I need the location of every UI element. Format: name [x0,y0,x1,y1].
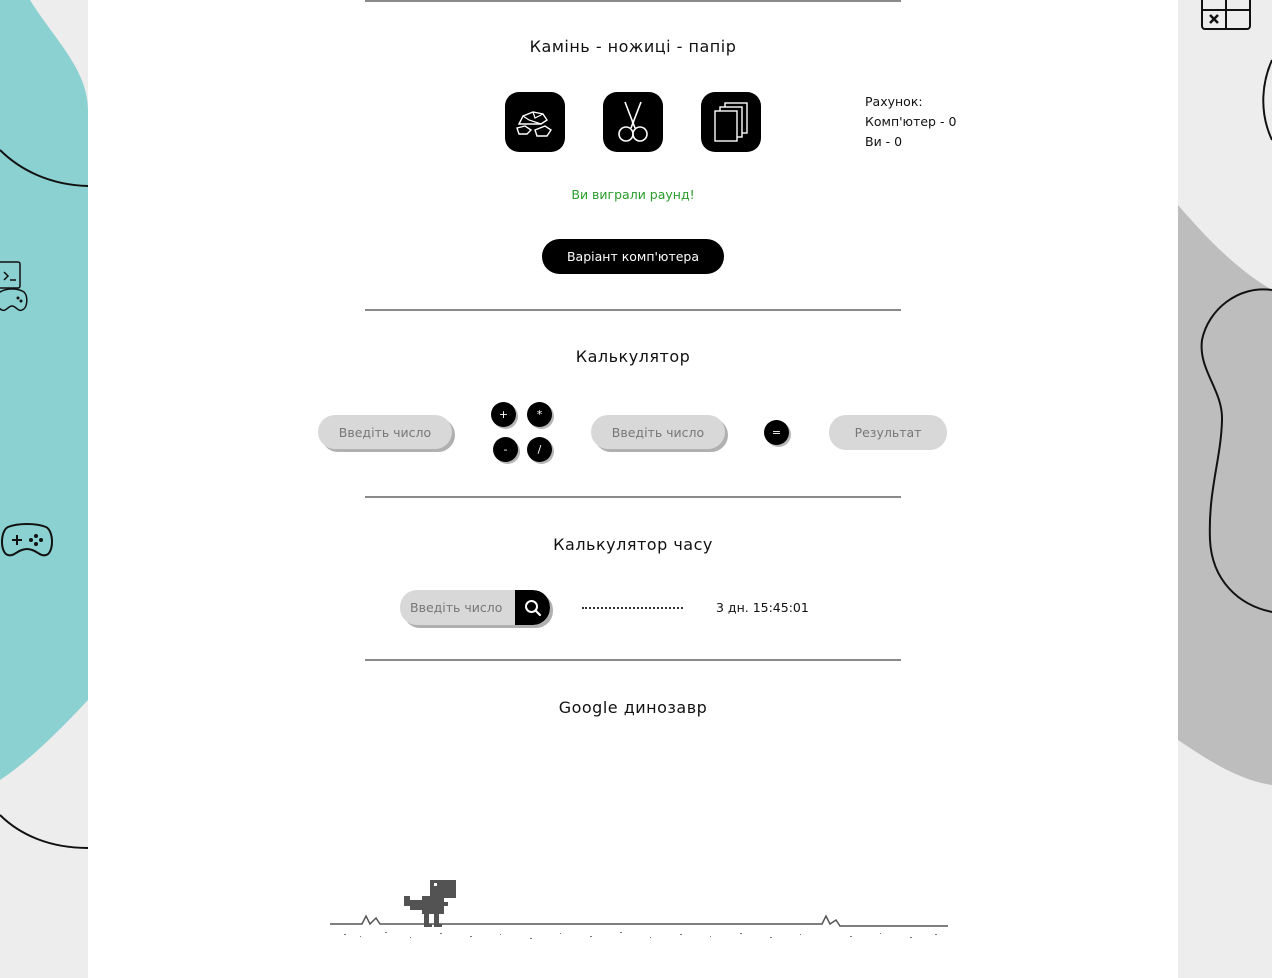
left-decoration [0,0,88,978]
search-icon [524,599,541,616]
calculator-title: Калькулятор [575,347,691,366]
minus-button[interactable]: - [493,437,518,462]
second-number-input[interactable]: Введіть число [591,415,725,449]
round-result-message: Ви виграли раунд! [571,187,695,202]
computer-choice-button[interactable]: Варіант комп'ютера [542,239,724,274]
time-calculator-title: Калькулятор часу [553,535,713,554]
scissors-icon [618,101,648,142]
section-divider [365,0,901,2]
result-field: Результат [829,415,947,450]
scissors-button[interactable] [603,92,663,152]
calculate-time-button[interactable] [515,590,550,625]
right-decoration [1178,0,1272,978]
code-gamepad-icon [0,261,28,312]
section-divider [365,659,901,661]
plus-button[interactable]: + [491,402,516,427]
score-label: Рахунок: [865,94,923,109]
paper-icon [714,102,748,142]
rock-icon [516,111,552,137]
time-result: 3 дн. 15:45:01 [716,600,809,615]
seconds-input[interactable]: Введіть число [410,590,502,625]
multiply-button[interactable]: * [527,402,552,427]
divide-button[interactable]: / [527,437,552,462]
dino-game-canvas[interactable] [330,876,950,942]
user-score: Ви - 0 [865,134,903,149]
calculator-grid-icon [1201,0,1251,30]
gamepad-icon [1,523,53,557]
dotted-separator [582,607,683,609]
ground-line [330,914,948,939]
rps-title: Камінь - ножиці - папір [529,37,737,56]
paper-button[interactable] [701,92,761,152]
rock-button[interactable] [505,92,565,152]
main-content: Камінь - ножиці - папір Рахунок: Комп'ют… [88,0,1178,978]
dino-title: Google динозавр [558,698,708,717]
computer-score: Комп'ютер - 0 [865,114,957,129]
first-number-input[interactable]: Введіть число [318,415,452,449]
section-divider [365,309,901,311]
equals-button[interactable]: = [764,420,789,445]
time-input-group: Введіть число [400,590,550,625]
score-panel: Рахунок: Комп'ютер - 0 Ви - 0 [865,92,956,152]
dino-sprite [404,880,456,927]
section-divider [365,496,901,498]
teal-blob [0,0,88,849]
gray-blob [1178,0,1272,785]
